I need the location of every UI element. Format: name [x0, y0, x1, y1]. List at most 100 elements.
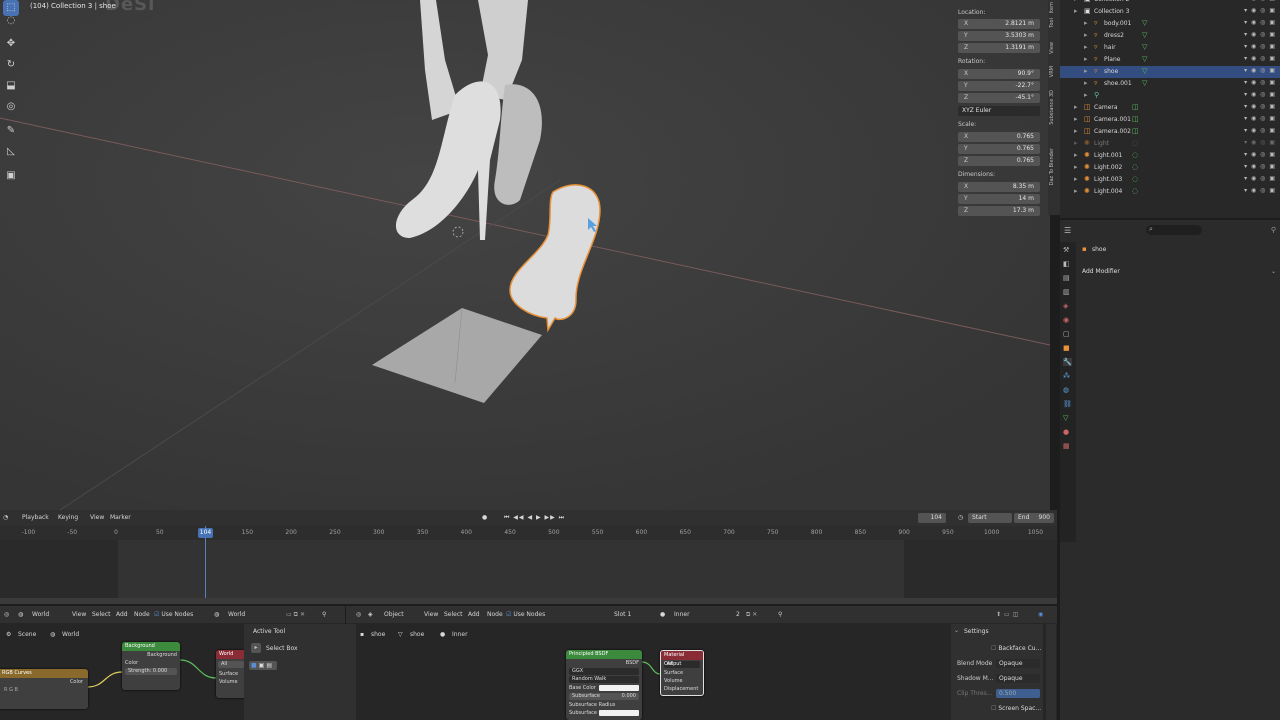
viewport-scene[interactable] [0, 0, 1050, 510]
visibility-toggle-icons[interactable]: ▾ ◉ ◎ ▣ [1244, 7, 1276, 14]
visibility-toggle-icons[interactable]: ▾ ◉ ◎ ▣ [1244, 79, 1276, 86]
timeline-frame-range[interactable] [118, 540, 904, 600]
expand-arrow-icon[interactable]: ▸ [1074, 0, 1078, 3]
outliner-row[interactable]: ▸ ◫ Camera.002 ◫ ▾ ◉ ◎ ▣ [1060, 126, 1280, 138]
tab-substance[interactable]: Substance 3D [1049, 90, 1059, 125]
background-strength-field[interactable]: Strength: 0.000 [125, 668, 177, 675]
object-data-icon[interactable]: ▽ [1142, 31, 1147, 39]
rotation-y-field[interactable]: Y -22.7° [958, 81, 1040, 91]
outliner-row[interactable]: ▸ ✺ Light.004 ◌ ▾ ◉ ◎ ▣ [1060, 186, 1280, 198]
object-data-icon[interactable]: ▽ [1142, 55, 1147, 63]
object-data-icon[interactable]: ◫ [1132, 115, 1139, 123]
rotation-mode-dropdown[interactable]: XYZ Euler [958, 106, 1040, 116]
material-tab-icon[interactable]: ● [1063, 428, 1069, 436]
move-tool-button[interactable]: ✥ [3, 36, 19, 52]
expand-arrow-icon[interactable]: ▸ [1074, 163, 1078, 171]
background-node[interactable]: Background Background Color Strength: 0.… [122, 642, 180, 690]
collection-tab-icon[interactable]: ▢ [1063, 330, 1070, 338]
material-output-target[interactable]: All [664, 661, 700, 668]
location-z-field[interactable]: Z 1.3191 m [958, 43, 1040, 53]
rotation-z-field[interactable]: Z -45.1° [958, 93, 1040, 103]
bsdf-distribution-dropdown[interactable]: GGX [569, 668, 639, 675]
transform-tool-button[interactable]: ◎ [3, 99, 19, 115]
outliner-row[interactable]: ▸ ▿ body.001 ▽ ▾ ◉ ◎ ▣ [1060, 18, 1280, 30]
visibility-toggle-icons[interactable]: ▾ ◉ ◎ ▣ [1244, 163, 1276, 170]
object-data-icon[interactable]: ▽ [1142, 43, 1147, 51]
bsdf-subsurface-method-dropdown[interactable]: Random Walk [569, 676, 639, 683]
visibility-toggle-icons[interactable]: ▾ ◉ ◎ ▣ [1244, 19, 1276, 26]
dimensions-y-field[interactable]: Y 14 m [958, 194, 1040, 204]
location-y-field[interactable]: Y 3.5303 m [958, 31, 1040, 41]
object-data-icon[interactable]: ◌ [1132, 187, 1138, 195]
object-data-icon[interactable]: ▽ [1142, 67, 1147, 75]
start-frame-field[interactable]: Start [968, 513, 1012, 523]
visibility-toggle-icons[interactable]: ▾ ◉ ◎ ▣ [1244, 55, 1276, 62]
timeline-editor[interactable]: ◔ Playback Keying View Marker ● ⏮ ◀◀ ◀ ▶… [0, 510, 1057, 604]
object-data-icon[interactable]: ▽ [1142, 79, 1147, 87]
expand-arrow-icon[interactable]: ▸ [1074, 151, 1078, 159]
visibility-toggle-icons[interactable]: ▾ ◉ ◎ ▣ [1244, 103, 1276, 110]
properties-editor[interactable]: ☰ ⌕ ⚲ ⚒ ◧ ▤ ▥ ◈ ◉ ▢ ■ 🔧 ⁂ ◍ ⛓ ▽ ● ▦ ▪ sh… [1060, 218, 1280, 720]
timeline-ruler[interactable]: -100-50050100150200250300350400450500550… [0, 526, 1057, 540]
properties-menu-icon[interactable]: ☰ [1064, 226, 1071, 235]
select-tool-button[interactable]: ◌ [3, 13, 19, 29]
bsdf-subsurface-field[interactable]: Subsurface 0.000 [569, 693, 639, 700]
expand-arrow-icon[interactable]: ▸ [1084, 31, 1088, 39]
record-button[interactable]: ● [482, 514, 487, 521]
screen-space-refraction-checkbox[interactable]: ☐ Screen Spac... [991, 705, 1041, 712]
world-output-target[interactable]: All [218, 661, 244, 668]
clock-icon[interactable]: ◷ [958, 514, 963, 521]
outliner-row[interactable]: ▸ ✺ Light ◌ ▾ ◉ ◎ ▣ [1060, 138, 1280, 150]
expand-arrow-icon[interactable]: ▸ [1084, 79, 1088, 87]
outliner[interactable]: ▸▣Collection 2▾ ◉ ◎ ▣▸▣Collection 3▾ ◉ ◎… [1060, 0, 1280, 218]
tab-tool[interactable]: Tool [1049, 18, 1059, 28]
object-data-icon[interactable]: ▽ [1142, 19, 1147, 27]
tab-view[interactable]: View [1049, 42, 1059, 54]
visibility-toggle-icons[interactable]: ▾ ◉ ◎ ▣ [1244, 127, 1276, 134]
transport-controls[interactable]: ⏮ ◀◀ ◀ ▶ ▶▶ ⏭ [504, 514, 565, 522]
rgb-curves-node[interactable]: RGB Curves Color R G B [0, 669, 88, 709]
outliner-row[interactable]: ▸ ▿ shoe ▽ ▾ ◉ ◎ ▣ [1060, 66, 1280, 78]
object-tab-icon[interactable]: ■ [1063, 344, 1070, 352]
shadow-mode-dropdown[interactable]: Opaque [996, 674, 1040, 683]
dimensions-x-field[interactable]: X 8.35 m [958, 182, 1040, 192]
visibility-toggle-icons[interactable]: ▾ ◉ ◎ ▣ [1244, 31, 1276, 38]
texture-tab-icon[interactable]: ▦ [1063, 442, 1070, 450]
tab-vrm[interactable]: VRM [1049, 66, 1059, 77]
scale-x-field[interactable]: X 0.765 [958, 132, 1040, 142]
outliner-row[interactable]: ▸ ▿ shoe.001 ▽ ▾ ◉ ◎ ▣ [1060, 78, 1280, 90]
current-frame-field[interactable]: 104 [918, 513, 946, 523]
object-data-icon[interactable]: ◌ [1132, 139, 1138, 147]
expand-arrow-icon[interactable]: ▸ [1074, 115, 1078, 123]
material-output-node[interactable]: Material Output All Surface Volume Displ… [660, 650, 704, 696]
selection-mode-buttons[interactable]: ■▣▤ [249, 661, 277, 670]
object-data-icon[interactable]: ◌ [1132, 175, 1138, 183]
outliner-row[interactable]: ▸ ▿ Plane ▽ ▾ ◉ ◎ ▣ [1060, 54, 1280, 66]
select-box-icon[interactable]: ▸ [251, 643, 261, 653]
visibility-toggle-icons[interactable]: ▾ ◉ ◎ ▣ [1244, 175, 1276, 182]
scene-tab-icon[interactable]: ◈ [1063, 302, 1068, 310]
add-modifier-button[interactable]: Add Modifier ⌄ [1080, 267, 1278, 277]
object-data-icon[interactable]: ◫ [1132, 103, 1139, 111]
measure-tool-button[interactable]: ◺ [3, 144, 19, 160]
outliner-row[interactable]: ▸ ✺ Light.002 ◌ ▾ ◉ ◎ ▣ [1060, 162, 1280, 174]
visibility-toggle-icons[interactable]: ▾ ◉ ◎ ▣ [1244, 67, 1276, 74]
expand-arrow-icon[interactable]: ▸ [1074, 7, 1078, 15]
outliner-row[interactable]: ▸ ▣ Collection 3 ▾ ◉ ◎ ▣ [1060, 6, 1280, 18]
marker-menu[interactable]: Marker [110, 514, 131, 521]
expand-arrow-icon[interactable]: ▸ [1074, 127, 1078, 135]
outliner-row[interactable]: ▸ ▿ dress2 ▽ ▾ ◉ ◎ ▣ [1060, 30, 1280, 42]
rotation-x-field[interactable]: X 90.9° [958, 69, 1040, 79]
keying-menu[interactable]: Keying [58, 514, 78, 521]
backface-culling-checkbox[interactable]: ☐ Backface Cu... [991, 645, 1041, 652]
visibility-toggle-icons[interactable]: ▾ ◉ ◎ ▣ [1244, 187, 1276, 194]
chevron-down-icon[interactable]: ⌄ [954, 627, 959, 634]
visibility-toggle-icons[interactable]: ▾ ◉ ◎ ▣ [1244, 0, 1276, 2]
base-color-swatch[interactable] [599, 685, 639, 691]
visibility-toggle-icons[interactable]: ▾ ◉ ◎ ▣ [1244, 151, 1276, 158]
outliner-row[interactable]: ▸ ▿ hair ▽ ▾ ◉ ◎ ▣ [1060, 42, 1280, 54]
constraints-tab-icon[interactable]: ⛓ [1063, 400, 1072, 408]
dimensions-z-field[interactable]: Z 17.3 m [958, 206, 1040, 216]
scale-y-field[interactable]: Y 0.765 [958, 144, 1040, 154]
3d-viewport[interactable]: DeSi (104) Collection 3 | shoe ⬚ ◌ ✥ ↻ ⬓… [0, 0, 1050, 510]
